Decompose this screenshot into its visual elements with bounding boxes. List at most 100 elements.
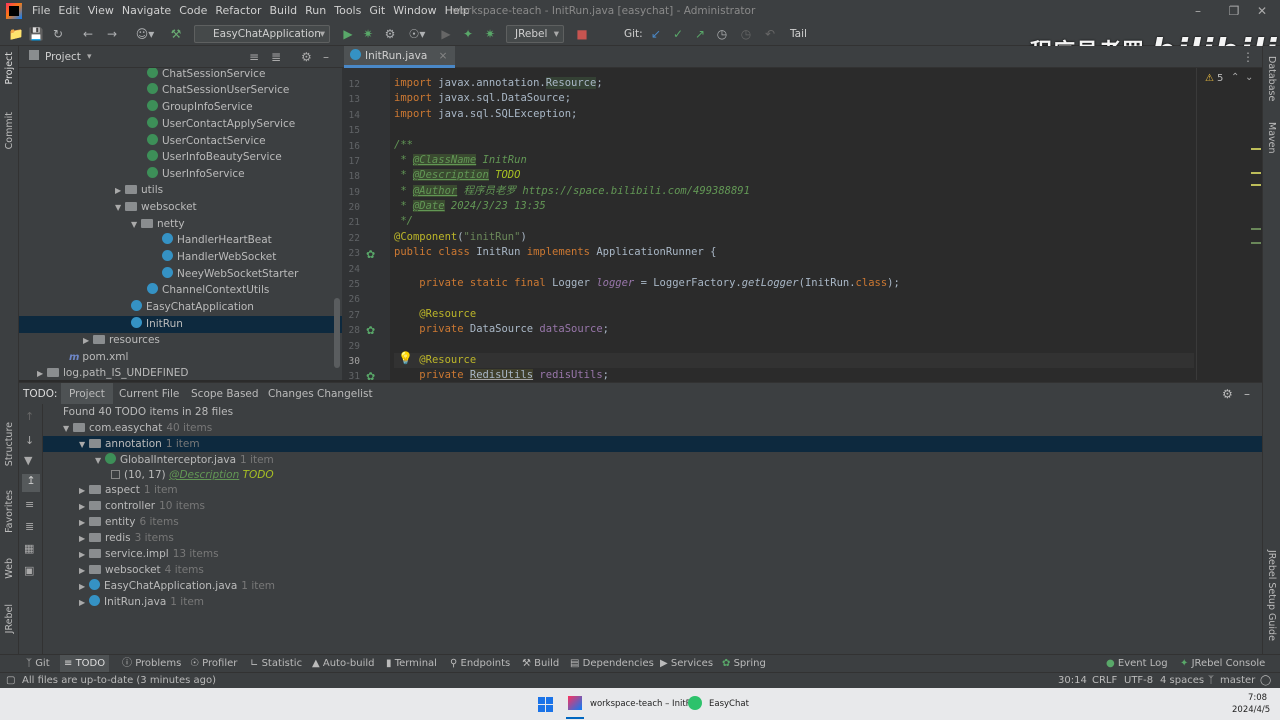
next-icon[interactable]: ↓ xyxy=(25,434,34,447)
save-icon[interactable]: 💾 xyxy=(28,26,44,42)
spring-bean-gutter-icon[interactable]: ✿ xyxy=(366,324,375,337)
todo-node[interactable]: ▶ aspect 1 item xyxy=(43,482,1262,498)
file-encoding[interactable]: UTF-8 xyxy=(1124,673,1153,689)
back-icon[interactable]: ← xyxy=(80,26,96,42)
chevron-right-icon[interactable]: ▶ xyxy=(79,499,89,515)
auto-build-tool-button[interactable]: ▲ Auto-build xyxy=(312,655,374,673)
next-highlight-icon[interactable]: ⌄ xyxy=(1245,72,1253,83)
todo-node[interactable]: ▶ entity 6 items xyxy=(43,514,1262,530)
todo-node[interactable]: ▶ controller 10 items xyxy=(43,498,1262,514)
collapse-all-icon[interactable]: ≣ xyxy=(271,46,281,68)
menu-code[interactable]: Code xyxy=(175,0,211,22)
preview-icon[interactable]: ▣ xyxy=(24,564,34,577)
stop-disabled-icon[interactable]: ▶ xyxy=(438,26,454,42)
chevron-down-icon[interactable]: ▼ xyxy=(79,437,89,453)
prev-highlight-icon[interactable]: ⌃ xyxy=(1231,72,1239,83)
warnings-count[interactable]: 5 xyxy=(1217,73,1223,84)
todo-node-selected[interactable]: ▼ annotation 1 item xyxy=(43,436,1262,452)
tree-item[interactable]: ChatSessionService xyxy=(19,68,342,83)
chevron-right-icon[interactable]: ▶ xyxy=(37,365,47,380)
profiler-tool-button[interactable]: ☉ Profiler xyxy=(190,655,237,673)
minimize-icon[interactable]: – xyxy=(1180,0,1216,22)
menu-view[interactable]: View xyxy=(84,0,118,22)
git-clock-icon[interactable]: ◷ xyxy=(738,26,754,42)
dependencies-tool-button[interactable]: ▤ Dependencies xyxy=(570,655,654,673)
warning-icon[interactable]: ⚠ xyxy=(1205,73,1214,84)
tab-scope-based[interactable]: Scope Based xyxy=(191,383,259,405)
run-config-select[interactable]: EasyChatApplication ▾ xyxy=(194,25,330,43)
jrebel-debug-icon[interactable]: ✷ xyxy=(482,26,498,42)
error-stripe-mark[interactable] xyxy=(1251,148,1261,150)
menu-file[interactable]: File xyxy=(28,0,54,22)
structure-tool-tab[interactable]: Structure xyxy=(4,422,15,466)
status-icon[interactable]: ▢ xyxy=(6,673,15,689)
todo-node[interactable]: ▼ GlobalInterceptor.java 1 item xyxy=(43,452,1262,468)
todo-node[interactable]: ▶ InitRun.java 1 item xyxy=(43,594,1262,610)
git-history-icon[interactable]: ◷ xyxy=(714,26,730,42)
terminal-tool-button[interactable]: ▮ Terminal xyxy=(386,655,437,673)
database-tool-tab[interactable]: Database xyxy=(1266,56,1277,101)
line-separator[interactable]: CRLF xyxy=(1092,673,1117,689)
indent-setting[interactable]: 4 spaces xyxy=(1160,673,1204,689)
easychat-taskbar-icon[interactable] xyxy=(688,696,702,710)
user-dropdown-icon[interactable]: ☺▾ xyxy=(134,26,156,42)
tree-item[interactable]: UserInfoBeautyService xyxy=(19,149,342,166)
chevron-right-icon[interactable]: ▶ xyxy=(79,595,89,611)
todo-tool-button[interactable]: ≡ TODO xyxy=(60,655,110,673)
endpoints-tool-button[interactable]: ⚲ Endpoints xyxy=(450,655,510,673)
menu-git[interactable]: Git xyxy=(365,0,389,22)
clock-date[interactable]: 2024/4/5 xyxy=(1232,705,1270,715)
event-log-button[interactable]: ● Event Log xyxy=(1106,655,1168,673)
lock-icon[interactable]: ◯ xyxy=(1260,673,1271,689)
tree-item[interactable]: ▶ utils xyxy=(19,182,342,199)
tree-item[interactable]: NeeyWebSocketStarter xyxy=(19,266,342,283)
jrebel-console-button[interactable]: ✦ JRebel Console xyxy=(1180,655,1265,673)
jrebel-tool-tab[interactable]: JRebel xyxy=(4,604,15,633)
open-folder-icon[interactable]: 📁 xyxy=(8,26,24,42)
tree-item[interactable]: ChatSessionUserService xyxy=(19,82,342,99)
lightbulb-icon[interactable]: 💡 xyxy=(398,351,413,365)
tree-item[interactable]: UserContactService xyxy=(19,133,342,150)
tree-item[interactable]: UserInfoService xyxy=(19,166,342,183)
chevron-right-icon[interactable]: ▶ xyxy=(79,563,89,579)
menu-refactor[interactable]: Refactor xyxy=(211,0,265,22)
menu-edit[interactable]: Edit xyxy=(54,0,83,22)
git-rollback-icon[interactable]: ↶ xyxy=(762,26,778,42)
windows-start-icon[interactable] xyxy=(538,697,553,712)
git-branch[interactable]: master xyxy=(1220,673,1255,689)
close-tab-icon[interactable]: × xyxy=(439,50,448,62)
tree-item[interactable]: UserContactApplyService xyxy=(19,116,342,133)
problems-tool-button[interactable]: ⓘ Problems xyxy=(122,655,181,673)
intellij-taskbar-icon[interactable] xyxy=(568,696,582,710)
project-tool-tab[interactable]: Project xyxy=(4,52,15,85)
taskbar-app-idea[interactable]: workspace-teach – InitR xyxy=(590,699,692,709)
menu-navigate[interactable]: Navigate xyxy=(118,0,175,22)
git-tool-button[interactable]: ᛉ Git xyxy=(26,655,50,673)
stop-icon[interactable]: ■ xyxy=(574,26,590,42)
tree-item[interactable]: EasyChatApplication xyxy=(19,299,342,316)
close-icon[interactable]: ✕ xyxy=(1244,0,1280,22)
expand-all-icon[interactable]: ≡ xyxy=(25,498,34,511)
coverage-icon[interactable]: ⚙ xyxy=(382,26,398,42)
statistic-tool-button[interactable]: ∟ Statistic xyxy=(250,655,302,673)
chevron-right-icon[interactable]: ▶ xyxy=(79,483,89,499)
jrebel-guide-tool-tab[interactable]: JRebel Setup Guide xyxy=(1266,550,1277,641)
tab-current-file[interactable]: Current File xyxy=(119,383,179,405)
chevron-down-icon[interactable]: ▼ xyxy=(63,421,73,437)
code-area[interactable]: import javax.annotation.Resource; import… xyxy=(390,68,1196,380)
status-message[interactable]: All files are up-to-date (3 minutes ago) xyxy=(22,673,216,689)
tree-item[interactable]: HandlerHeartBeat xyxy=(19,232,342,249)
tree-item[interactable]: GroupInfoService xyxy=(19,99,342,116)
more-tabs-icon[interactable]: ⋮ xyxy=(1242,46,1254,68)
menu-build[interactable]: Build xyxy=(266,0,302,22)
gear-icon[interactable]: ⚙ xyxy=(1222,383,1233,405)
profiler-icon[interactable]: ☉▾ xyxy=(404,26,430,42)
todo-node[interactable]: ▶ EasyChatApplication.java 1 item xyxy=(43,578,1262,594)
commit-tool-tab[interactable]: Commit xyxy=(4,112,15,149)
caret-position[interactable]: 30:14 xyxy=(1058,673,1087,689)
chevron-down-icon[interactable]: ▼ xyxy=(115,199,125,216)
debug-icon[interactable]: ✷ xyxy=(360,26,376,42)
tail-button[interactable]: Tail xyxy=(790,22,807,46)
jrebel-select[interactable]: JRebel ▾ xyxy=(506,25,564,43)
build-hammer-icon[interactable]: ⚒ xyxy=(168,26,184,42)
